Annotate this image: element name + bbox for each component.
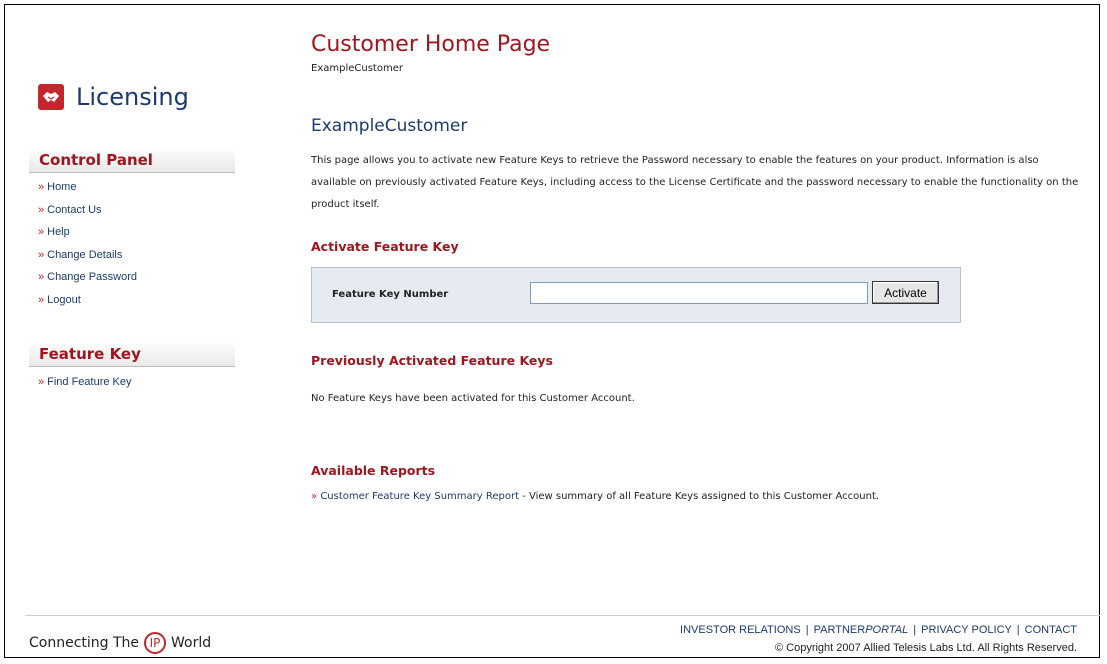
page-subtitle: ExampleCustomer (311, 63, 403, 74)
nav-item-label: Home (47, 181, 77, 193)
nav-item-label: Change Details (47, 248, 123, 261)
intro-text: This page allows you to activate new Fea… (311, 155, 1079, 210)
nav-item-help[interactable]: » Help (38, 221, 137, 244)
feature-key-heading: Feature Key (29, 341, 235, 367)
nav-item-label: Contact Us (47, 203, 102, 216)
bullet-icon: » (38, 271, 45, 283)
feature-key-input[interactable] (530, 282, 868, 304)
tagline-after: World (171, 635, 212, 651)
no-keys-message: No Feature Keys have been activated for … (311, 393, 635, 404)
nav-item-label: Help (47, 226, 70, 238)
summary-report-link[interactable]: Customer Feature Key Summary Report (320, 491, 519, 502)
customer-heading: ExampleCustomer (311, 116, 468, 136)
reports-heading: Available Reports (311, 463, 436, 478)
tagline-before: Connecting The (29, 635, 140, 651)
control-panel-nav: » Home » Contact Us » Help » Change Details … (38, 176, 137, 311)
partner-text: PARTNER (813, 624, 866, 636)
footer-links: INVESTOR RELATIONS | PARTNERPORTAL | PRI… (680, 624, 1077, 636)
portal-text: PORTAL (865, 624, 909, 636)
licensing-logo[interactable]: Licensing (38, 83, 189, 111)
nav-item-change-password[interactable]: » Change Password (38, 266, 137, 289)
feature-key-nav: » Find Feature Key (38, 371, 132, 394)
brand-name: Licensing (76, 83, 189, 111)
nav-item-change-details[interactable]: » Change Details (38, 244, 137, 267)
nav-item-logout[interactable]: » Logout (38, 289, 137, 312)
copyright-text: © Copyright 2007 Allied Telesis Labs Ltd… (774, 642, 1077, 654)
nav-item-label: Change Password (47, 271, 138, 283)
nav-item-label: Find Feature Key (47, 376, 132, 388)
footer-link-privacy[interactable]: PRIVACY POLICY (921, 624, 1011, 636)
control-panel-heading: Control Panel (29, 147, 235, 173)
ip-circle-icon: IP (144, 632, 167, 654)
bullet-icon: » (38, 226, 45, 238)
nav-item-label: Logout (47, 293, 81, 306)
bullet-icon: » (38, 248, 45, 261)
bullet-icon: » (38, 293, 45, 306)
page-title: Customer Home Page (311, 32, 551, 57)
tagline-logo: Connecting The IP World (29, 632, 211, 654)
bullet-icon: » (38, 181, 45, 193)
nav-item-contact-us[interactable]: » Contact Us (38, 199, 137, 222)
feature-key-label: Feature Key Number (332, 289, 449, 300)
footer-separator: | (913, 624, 917, 636)
activate-button[interactable]: Activate (872, 281, 939, 304)
bullet-icon: » (38, 203, 45, 216)
footer-separator: | (805, 624, 809, 636)
activate-heading: Activate Feature Key (311, 239, 459, 254)
handshake-icon (38, 84, 64, 110)
footer-separator: | (1016, 624, 1020, 636)
page-frame: Licensing Control Panel » Home » Contact U… (4, 4, 1100, 658)
report-item: » Customer Feature Key Summary Report - … (311, 491, 879, 502)
previous-keys-heading: Previously Activated Feature Keys (311, 353, 553, 368)
footer-link-contact[interactable]: CONTACT (1025, 624, 1077, 636)
footer-link-partner-portal[interactable]: PARTNERPORTAL (814, 624, 909, 636)
bullet-icon: » (38, 376, 45, 388)
report-description: - View summary of all Feature Keys assig… (519, 491, 880, 502)
nav-item-find-feature-key[interactable]: » Find Feature Key (38, 371, 132, 394)
footer-divider (25, 615, 1100, 616)
bullet-icon: » (311, 491, 318, 502)
activate-form: Feature Key Number Activate (311, 267, 961, 323)
footer-link-investor[interactable]: INVESTOR RELATIONS (680, 624, 801, 636)
nav-item-home[interactable]: » Home (38, 176, 137, 199)
